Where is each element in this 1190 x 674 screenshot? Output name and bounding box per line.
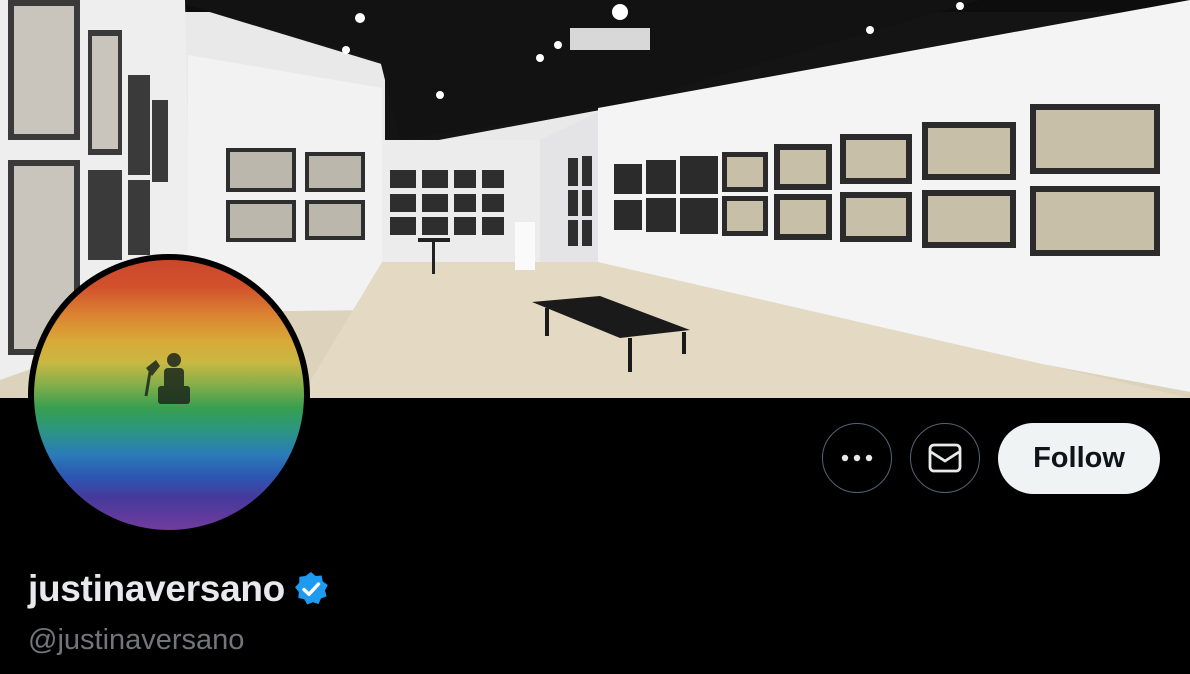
message-button[interactable] <box>910 423 980 493</box>
verified-badge-icon[interactable] <box>293 571 329 607</box>
profile-name-row: justinaversano <box>28 568 329 610</box>
display-name: justinaversano <box>28 568 285 609</box>
follow-button[interactable]: Follow <box>998 423 1160 494</box>
profile-handle: @justinaversano <box>28 624 245 656</box>
more-button[interactable] <box>822 423 892 493</box>
message-icon <box>928 443 962 473</box>
more-icon <box>841 454 873 462</box>
profile-actions: Follow <box>0 423 1190 495</box>
